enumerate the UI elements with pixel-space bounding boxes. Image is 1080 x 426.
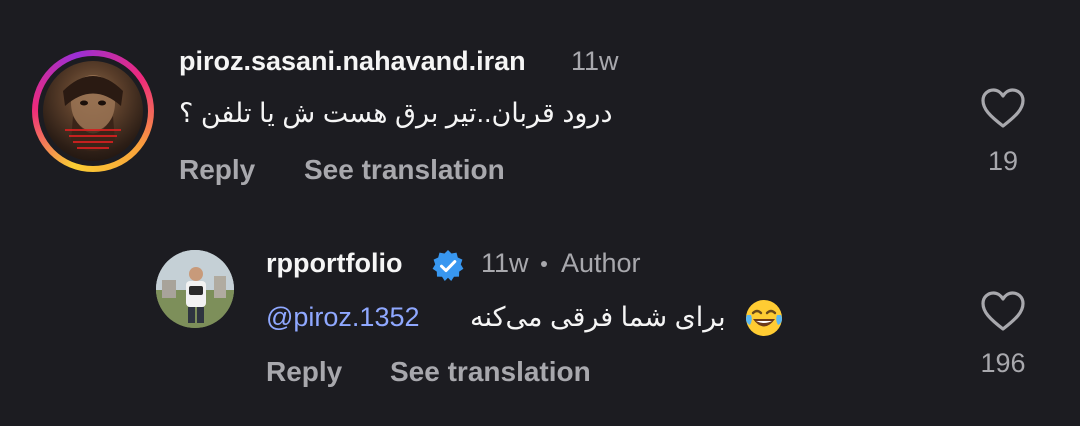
comment-item: piroz.sasani.nahavand.iran 11w درود قربا… xyxy=(0,0,1080,210)
reply-item: rpportfolio 11w Author @piroz.1352 برای … xyxy=(0,210,1080,426)
mention-link[interactable]: @piroz.1352 xyxy=(266,302,420,333)
see-translation-button[interactable]: See translation xyxy=(390,356,591,388)
like-button[interactable] xyxy=(980,290,1026,332)
face-with-tears-of-joy-icon xyxy=(744,298,784,338)
heart-icon xyxy=(981,291,1025,331)
avatar-story-ring[interactable] xyxy=(32,50,154,172)
comment-text: درود قربان..تیر برق هست ش یا تلفن ؟ xyxy=(179,98,613,128)
heart-icon xyxy=(981,88,1025,128)
avatar[interactable] xyxy=(156,250,234,328)
profile-photo-icon xyxy=(156,250,234,328)
avatar xyxy=(43,61,143,161)
reply-text: برای شما فرقی می‌کنه xyxy=(470,302,726,332)
verified-badge-icon xyxy=(430,248,466,284)
reply-button[interactable]: Reply xyxy=(179,154,255,186)
like-count: 19 xyxy=(987,146,1019,176)
separator-dot xyxy=(541,261,547,267)
see-translation-button[interactable]: See translation xyxy=(304,154,505,186)
reply-username[interactable]: rpportfolio xyxy=(266,248,402,279)
comment-timestamp: 11w xyxy=(571,46,619,76)
like-count: 196 xyxy=(980,348,1026,378)
like-button[interactable] xyxy=(980,87,1026,129)
reply-button[interactable]: Reply xyxy=(266,356,342,388)
reply-timestamp: 11w xyxy=(481,248,529,278)
profile-photo-icon xyxy=(63,75,123,151)
author-badge: Author xyxy=(561,248,641,278)
comment-username[interactable]: piroz.sasani.nahavand.iran xyxy=(179,46,526,77)
